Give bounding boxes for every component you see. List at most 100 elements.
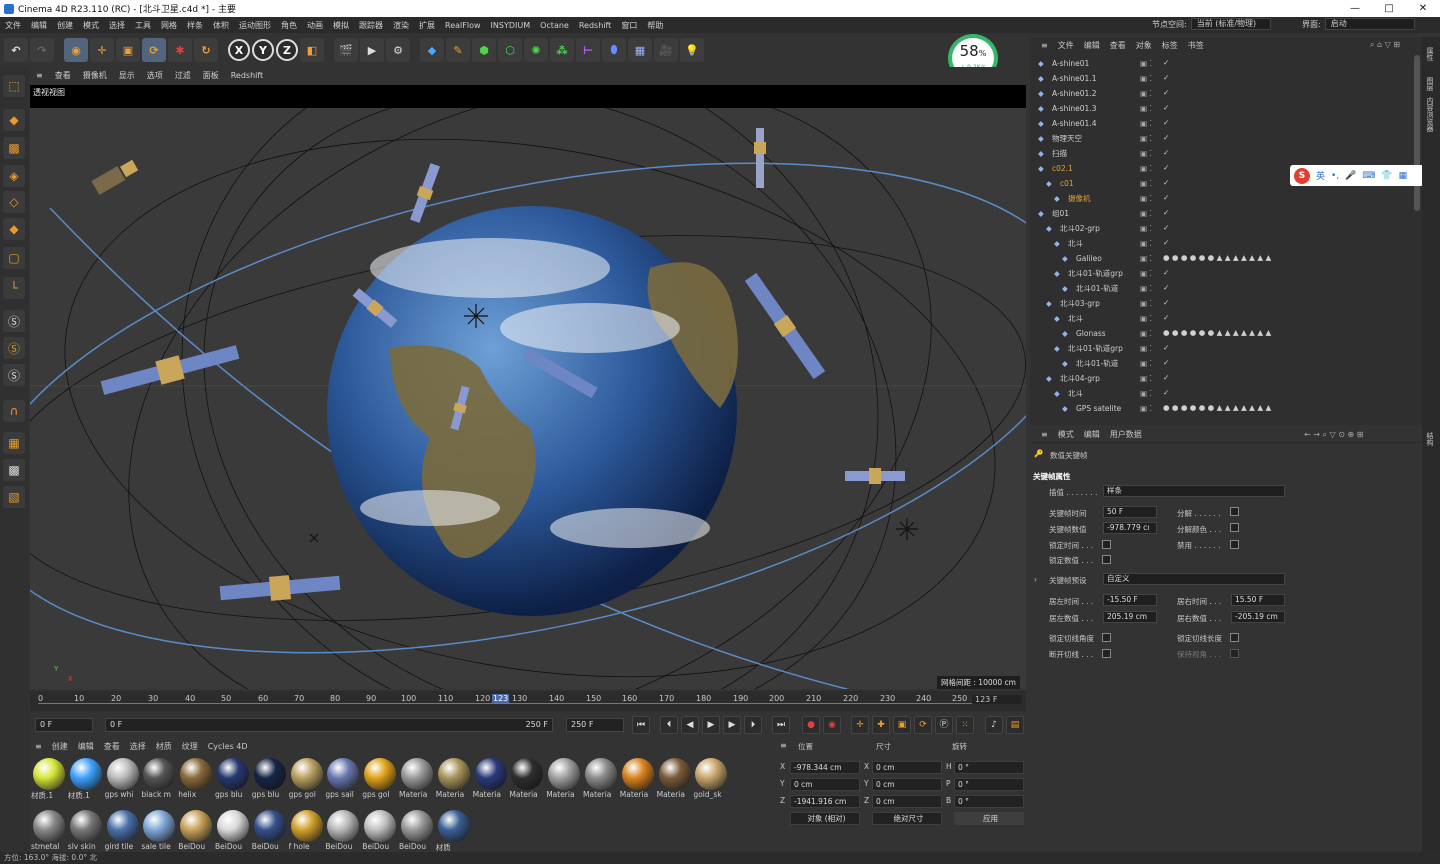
position-z-field[interactable]: -1941.916 cm (790, 795, 860, 808)
material-swatch[interactable]: Materia (620, 756, 656, 804)
material-swatch[interactable]: gps gol (362, 756, 398, 804)
menu-create[interactable]: 创建 (52, 20, 78, 31)
key-rotation-icon[interactable]: ✚ (872, 716, 890, 734)
autokey-icon[interactable]: ◉ (823, 716, 841, 734)
visibility-toggle-icon[interactable]: ▣ ⁚ (1140, 239, 1152, 248)
close-button[interactable]: ✕ (1406, 0, 1440, 17)
material-swatch[interactable]: Materia (546, 756, 582, 804)
model-mode-icon[interactable]: ◆ (3, 109, 25, 131)
right-value-field[interactable]: -205.19 cm (1231, 611, 1285, 623)
current-frame-marker[interactable]: 123 (492, 694, 510, 703)
object-tags-icon[interactable]: ✓ (1163, 268, 1403, 279)
tab-structure[interactable]: 结构 (1425, 432, 1435, 446)
menu-help[interactable]: 帮助 (642, 20, 668, 31)
object-name[interactable]: 组01 (1052, 208, 1069, 219)
texture-mode-icon[interactable]: ▩ (3, 137, 25, 159)
menu-window[interactable]: 窗口 (616, 20, 642, 31)
points-mode-icon[interactable]: ◈ (3, 165, 25, 187)
material-swatch[interactable]: Materia (509, 756, 545, 804)
attr-menu-mode[interactable]: 模式 (1053, 429, 1079, 440)
visibility-toggle-icon[interactable]: ▣ ⁚ (1140, 74, 1152, 83)
previous-key-icon[interactable]: ⏴ (660, 716, 678, 734)
object-name[interactable]: A-shine01.3 (1052, 104, 1096, 113)
menu-mesh[interactable]: 网格 (156, 20, 182, 31)
pen-spline-icon[interactable]: ✎ (446, 38, 470, 62)
render-settings-icon[interactable]: ⚙ (386, 38, 410, 62)
visibility-toggle-icon[interactable]: ▣ ⁚ (1140, 194, 1152, 203)
object-tags-icon[interactable]: ✓ (1163, 88, 1403, 99)
material-swatch[interactable]: gird tile (105, 808, 141, 856)
object-row[interactable]: ◆ Glonass ▣ ⁚ ● ● ● ● ● ● ▲ ▲ ▲ ▲ ▲ ▲ ▲ (1030, 326, 1410, 341)
key-point-icon[interactable]: Ⓟ (935, 716, 953, 734)
position-x-field[interactable]: -978.344 cm (790, 761, 860, 774)
visibility-toggle-icon[interactable]: ▣ ⁚ (1140, 284, 1152, 293)
viewport-menu-icon[interactable]: ≡ (30, 71, 49, 80)
object-tags-icon[interactable]: ✓ (1163, 313, 1403, 324)
visibility-toggle-icon[interactable]: ▣ ⁚ (1140, 164, 1152, 173)
size-x-field[interactable]: 0 cm (872, 761, 942, 774)
object-tags-icon[interactable]: ✓ (1163, 148, 1403, 159)
object-tags-icon[interactable]: ● ● ● ● ● ● ▲ ▲ ▲ ▲ ▲ ▲ ▲ (1163, 403, 1403, 414)
menu-octane[interactable]: Octane (535, 21, 574, 30)
ime-menu-icon[interactable]: ▦ (1399, 171, 1408, 181)
start-frame-field[interactable]: 0 F (35, 718, 93, 732)
object-name[interactable]: c02.1 (1052, 164, 1073, 173)
obj-menu-file[interactable]: 文件 (1053, 40, 1079, 51)
material-swatch[interactable]: black m (141, 756, 177, 804)
ime-toolbar[interactable]: S 英 •, 🎤 ⌨ 👕 ▦ (1290, 165, 1424, 186)
subdivision-icon[interactable]: ⬢ (472, 38, 496, 62)
material-swatch[interactable]: gps gol (289, 756, 325, 804)
next-frame-icon[interactable]: ▶ (723, 716, 741, 734)
object-tags-icon[interactable]: ✓ (1163, 343, 1403, 354)
mat-menu-cycles[interactable]: Cycles 4D (203, 742, 253, 751)
preset-expand-icon[interactable]: › (1034, 575, 1037, 584)
obj-menu-bookmarks[interactable]: 书签 (1183, 40, 1209, 51)
object-row[interactable]: ◆ 北斗01-轨道 ▣ ⁚ ✓ (1030, 281, 1410, 296)
obj-menu-object[interactable]: 对象 (1131, 40, 1157, 51)
ime-voice-icon[interactable]: 🎤 (1345, 171, 1356, 181)
material-swatch[interactable]: BeiDou (399, 808, 435, 856)
previous-frame-icon[interactable]: ◀ (681, 716, 699, 734)
record-active-icon[interactable]: ● (802, 716, 820, 734)
menu-mode[interactable]: 模式 (78, 20, 104, 31)
maximize-button[interactable]: □ (1372, 0, 1406, 17)
right-time-field[interactable]: 15.50 F (1231, 594, 1285, 606)
field-icon[interactable]: ⬮ (602, 38, 626, 62)
material-menu-icon[interactable]: ≡ (30, 742, 47, 751)
ime-language[interactable]: 英 (1316, 169, 1325, 182)
coords-menu-icon[interactable]: ≡ (780, 741, 787, 750)
left-value-field[interactable]: 205.19 cm (1103, 611, 1157, 623)
current-frame-field[interactable]: 123 F (972, 695, 1022, 704)
checker-grid-icon[interactable]: ▩ (3, 459, 25, 481)
menu-animate[interactable]: 动画 (302, 20, 328, 31)
material-swatch[interactable]: 材质.1 (31, 756, 67, 804)
menu-insydium[interactable]: INSYDIUM (486, 21, 536, 30)
object-name[interactable]: 物理天空 (1052, 133, 1082, 144)
axis-mode-icon[interactable]: ▢ (3, 247, 25, 269)
size-mode-dropdown[interactable]: 绝对尺寸 (872, 812, 942, 825)
visibility-toggle-icon[interactable]: ▣ ⁚ (1140, 374, 1152, 383)
snap-settings-icon[interactable]: Ⓢ (3, 337, 25, 359)
perspective-viewport[interactable]: Y X (30, 85, 1026, 689)
menu-render[interactable]: 渲染 (388, 20, 414, 31)
material-swatch[interactable]: f hole (289, 808, 325, 856)
select-tool-icon[interactable]: ◉ (64, 38, 88, 62)
obj-menu-tags[interactable]: 标签 (1157, 40, 1183, 51)
mat-menu-view[interactable]: 查看 (99, 741, 125, 752)
object-name[interactable]: 北斗01-轨道grp (1068, 268, 1123, 279)
object-name[interactable]: A-shine01.2 (1052, 89, 1096, 98)
floor-grid-icon[interactable]: ▦ (3, 432, 25, 454)
floor-icon[interactable]: ▦ (628, 38, 652, 62)
object-name[interactable]: 摄像机 (1068, 193, 1091, 204)
object-row[interactable]: ◆ 北斗 ▣ ⁚ ✓ (1030, 311, 1410, 326)
object-name[interactable]: 扫描 (1052, 148, 1067, 159)
redo-icon[interactable]: ↷ (30, 38, 54, 62)
attr-menu-edit[interactable]: 编辑 (1079, 429, 1105, 440)
vp-menu-camera[interactable]: 摄像机 (77, 70, 113, 81)
visibility-toggle-icon[interactable]: ▣ ⁚ (1140, 134, 1152, 143)
ime-keyboard-icon[interactable]: ⌨ (1362, 171, 1375, 181)
vp-menu-panel[interactable]: 面板 (197, 70, 225, 81)
object-name[interactable]: 北斗 (1068, 388, 1083, 399)
visibility-toggle-icon[interactable]: ▣ ⁚ (1140, 89, 1152, 98)
visibility-toggle-icon[interactable]: ▣ ⁚ (1140, 254, 1152, 263)
